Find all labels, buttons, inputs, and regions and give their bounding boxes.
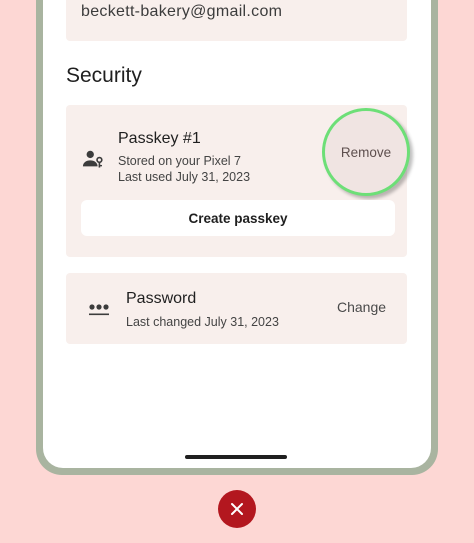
error-badge <box>218 490 256 528</box>
password-dots-icon <box>89 304 109 316</box>
passkey-person-icon <box>82 150 103 168</box>
passkey-last-used: Last used July 31, 2023 <box>118 170 251 184</box>
security-heading: Security <box>66 64 142 87</box>
create-passkey-button[interactable]: Create passkey <box>81 200 395 236</box>
account-email: beckett-bakery@gmail.com <box>81 3 283 20</box>
home-indicator[interactable] <box>185 455 287 459</box>
close-icon <box>231 503 243 515</box>
password-card: Password Last changed July 31, 2023 Chan… <box>66 273 407 344</box>
passkey-card: Passkey #1 Stored on your Pixel 7 Last u… <box>66 105 410 257</box>
password-title: Password <box>126 290 197 307</box>
passkey-stored-location: Stored on your Pixel 7 <box>118 154 241 168</box>
remove-passkey-button[interactable]: Remove <box>322 108 410 196</box>
password-last-changed: Last changed July 31, 2023 <box>126 315 279 329</box>
email-card: beckett-bakery@gmail.com <box>66 0 407 41</box>
phone-screen: beckett-bakery@gmail.com Security Passke… <box>43 0 431 468</box>
change-password-button[interactable]: Change <box>337 299 386 315</box>
passkey-name: Passkey #1 <box>118 130 201 147</box>
